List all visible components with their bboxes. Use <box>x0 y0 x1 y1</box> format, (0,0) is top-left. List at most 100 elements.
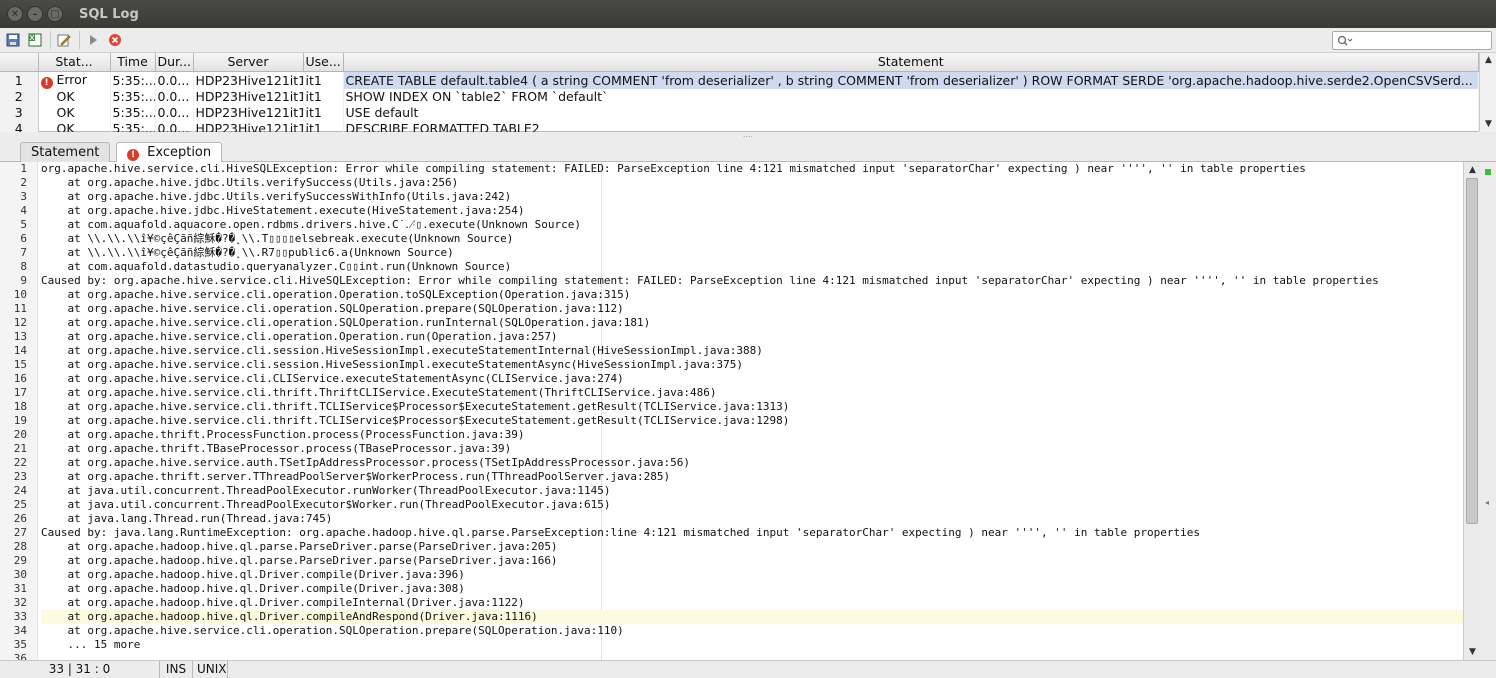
row-status: ! Error <box>38 71 111 89</box>
code-line: at org.apache.thrift.ProcessFunction.pro… <box>41 428 525 441</box>
line-number: 15 <box>13 358 27 371</box>
code-line: org.apache.hive.service.cli.HiveSQLExcep… <box>41 162 1306 175</box>
minimize-window-icon[interactable]: – <box>27 6 43 22</box>
scroll-down-icon[interactable]: ▼ <box>1464 645 1480 659</box>
line-number: 6 <box>20 232 27 245</box>
tab-exception[interactable]: ! Exception <box>116 142 223 163</box>
row-number: 3 <box>0 104 39 121</box>
column-header-statement[interactable]: Statement <box>343 53 1479 72</box>
sql-log-table: Stat... Time Dur... Server Use... Statem… <box>0 53 1496 137</box>
expand-arrow-icon[interactable]: ◂ <box>1485 498 1489 507</box>
stop-icon <box>109 34 121 46</box>
code-line: at org.apache.hive.service.cli.operation… <box>41 302 624 315</box>
code-line: at org.apache.hive.jdbc.Utils.verifySucc… <box>41 190 512 203</box>
status-text: OK <box>56 105 75 120</box>
scroll-up-icon[interactable]: ▲ <box>1480 53 1496 67</box>
column-header-status[interactable]: Stat... <box>38 53 111 72</box>
line-number: 35 <box>13 638 27 651</box>
line-number: 20 <box>13 428 27 441</box>
column-header-time[interactable]: Time <box>110 53 156 72</box>
code-line: at org.apache.hive.jdbc.HiveStatement.ex… <box>41 204 525 217</box>
search-input[interactable] <box>1356 34 1486 47</box>
insert-mode: INS <box>160 661 193 678</box>
row-duration: 0.0... <box>155 104 194 121</box>
line-number: 27 <box>13 526 27 539</box>
code-line: at com.aquafold.datastudio.queryanalyzer… <box>41 260 512 273</box>
export-excel-button[interactable] <box>26 31 44 49</box>
row-time: 5:35:... <box>110 71 156 89</box>
editor-scrollbar[interactable]: ▲ ▼ <box>1463 162 1480 660</box>
table-row[interactable]: 1 ! Error 5:35:... 0.0... HDP23Hive121it… <box>0 71 1479 89</box>
scroll-down-icon[interactable]: ▼ <box>1480 117 1496 131</box>
row-server: HDP23Hive121it1 <box>193 71 304 89</box>
row-user: it1 <box>303 104 344 121</box>
scrollbar-thumb[interactable] <box>1466 178 1478 524</box>
code-line: at org.apache.hive.service.cli.operation… <box>41 288 631 301</box>
code-line: at org.apache.hive.service.auth.TSetIpAd… <box>41 456 691 469</box>
play-icon <box>90 35 97 45</box>
line-number: 31 <box>13 582 27 595</box>
row-duration: 0.0... <box>155 71 194 89</box>
maximize-window-icon[interactable]: □ <box>47 6 63 22</box>
table-row[interactable]: 2 OK 5:35:... 0.0... HDP23Hive121it1 it1… <box>0 88 1479 105</box>
line-number-gutter: 1 2 3 4 5 6 7 8 9 10 11 12 13 14 15 16 17 18 19 20 21 22 23 24 2… <box>0 162 38 660</box>
line-number: 21 <box>13 442 27 455</box>
code-line: at org.apache.hive.service.cli.operation… <box>41 330 558 343</box>
exception-text-area[interactable]: 1 2 3 4 5 6 7 8 9 10 11 12 13 14 15 16 17 18 19 20 21 22 23 24 2… <box>0 162 1480 660</box>
column-header-duration[interactable]: Dur... <box>155 53 194 72</box>
line-number: 18 <box>13 400 27 413</box>
save-log-button[interactable] <box>4 31 22 49</box>
status-bar: 33 | 31 : 0 INS UNIX <box>0 660 1496 678</box>
line-number: 28 <box>13 540 27 553</box>
close-window-icon[interactable]: ✕ <box>7 6 23 22</box>
code-line: at \\.\\.\\î¥©çêÇãñ綜穌�?�˛\\.T▯▯▯▯elsebre… <box>41 232 514 245</box>
code-line: at org.apache.thrift.server.TThreadPoolS… <box>41 470 671 483</box>
code-line: at org.apache.hive.service.cli.thrift.TC… <box>41 414 790 427</box>
excel-export-icon <box>28 33 42 47</box>
line-number: 7 <box>20 246 27 259</box>
table-row[interactable]: 3 OK 5:35:... 0.0... HDP23Hive121it1 it1… <box>0 104 1479 121</box>
code-line: at org.apache.hadoop.hive.ql.Driver.comp… <box>41 582 465 595</box>
edit-icon <box>57 34 71 47</box>
line-number: 9 <box>20 274 27 287</box>
scroll-up-icon[interactable]: ▲ <box>1464 163 1480 177</box>
column-header-user[interactable]: Use... <box>303 53 344 72</box>
code-line: at org.apache.hadoop.hive.ql.Driver.comp… <box>41 610 1463 624</box>
column-header-server[interactable]: Server <box>193 53 304 72</box>
log-scrollbar[interactable]: ▲ ▼ <box>1479 53 1496 132</box>
code-line: at org.apache.hive.jdbc.Utils.verifySucc… <box>41 176 459 189</box>
line-number: 8 <box>20 260 27 273</box>
column-header-number[interactable] <box>0 53 39 72</box>
line-number: 30 <box>13 568 27 581</box>
code-line: Caused by: org.apache.hive.service.cli.H… <box>41 274 1379 287</box>
code-line: at org.apache.hadoop.hive.ql.parse.Parse… <box>41 540 558 553</box>
stop-button[interactable] <box>106 31 124 49</box>
row-time: 5:35:... <box>110 88 156 105</box>
row-statement: SHOW INDEX ON `table2` FROM `default` <box>343 88 1479 105</box>
row-statement: USE default <box>343 104 1479 121</box>
code-line: at org.apache.hive.service.cli.session.H… <box>41 344 763 357</box>
line-number: 10 <box>13 288 27 301</box>
line-number: 2 <box>20 176 27 189</box>
pane-splitter[interactable]: .... <box>0 131 1496 140</box>
edit-statement-button[interactable] <box>55 31 73 49</box>
cursor-position: 33 | 31 : 0 <box>0 661 160 678</box>
tab-statement[interactable]: Statement <box>20 142 111 162</box>
code-line: at org.apache.hive.service.cli.operation… <box>41 316 651 329</box>
code-line: at \\.\\.\\î¥©çêÇãñ綜穌�?�˛\\.R7▯▯public6.… <box>41 246 454 259</box>
line-ending: UNIX <box>193 661 228 678</box>
code-line: at org.apache.thrift.TBaseProcessor.proc… <box>41 442 512 455</box>
search-field[interactable] <box>1332 31 1492 50</box>
line-number: 36 <box>13 652 27 660</box>
table-header: Stat... Time Dur... Server Use... Statem… <box>0 53 1479 72</box>
line-number: 34 <box>13 624 27 637</box>
line-number: 1 <box>20 162 27 175</box>
run-button[interactable] <box>84 31 102 49</box>
row-number: 2 <box>0 88 39 105</box>
line-number: 33 <box>13 610 27 623</box>
code-line: at org.apache.hive.service.cli.CLIServic… <box>41 372 624 385</box>
row-time: 5:35:... <box>110 104 156 121</box>
row-server: HDP23Hive121it1 <box>193 104 304 121</box>
line-number: 16 <box>13 372 27 385</box>
